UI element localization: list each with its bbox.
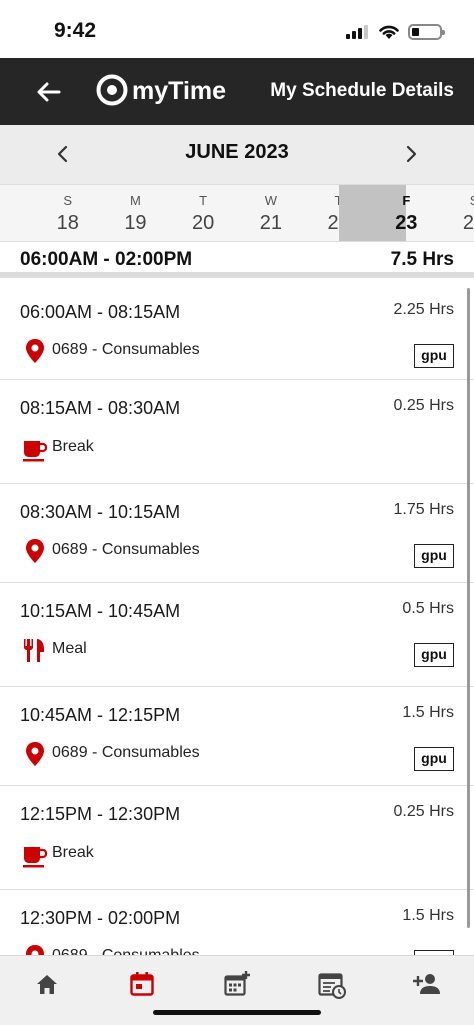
list-item[interactable]: 10:15AM - 10:45AM 0.5 Hrs Meal gpu (0, 583, 474, 687)
cellular-signal-icon (346, 25, 372, 39)
coffee-cup-icon (23, 441, 48, 462)
add-availability-icon (224, 971, 250, 996)
list-item[interactable]: 08:30AM - 10:15AM 1.75 Hrs 0689 - Consum… (0, 484, 474, 583)
segment-hours: 1.5 Hrs (402, 704, 454, 721)
add-person-icon (412, 974, 440, 994)
segment-tag-badge: gpu (414, 643, 454, 667)
segment-time: 08:15AM - 08:30AM (20, 398, 181, 418)
back-arrow-icon[interactable] (34, 77, 64, 107)
battery-icon (408, 24, 445, 40)
segment-label: 0689 - Consumables (52, 341, 200, 358)
segment-label: 0689 - Consumables (52, 947, 200, 955)
segment-time: 06:00AM - 08:15AM (20, 302, 181, 322)
list-item[interactable]: 08:15AM - 08:30AM 0.25 Hrs Break (0, 380, 474, 484)
segment-tag-badge: gpu (414, 747, 454, 771)
status-bar: 9:42 (0, 0, 474, 58)
location-pin-icon (26, 945, 44, 955)
list-item[interactable]: 12:30PM - 02:00PM 1.5 Hrs 0689 - Consuma… (0, 890, 474, 955)
wifi-icon (379, 25, 399, 39)
segment-hours: 0.5 Hrs (402, 600, 454, 617)
timecard-icon (318, 973, 346, 999)
shift-summary: 06:00AM - 02:00PM 7.5 Hrs (0, 242, 474, 278)
shift-time-range: 06:00AM - 02:00PM (20, 249, 193, 270)
shift-total-hours: 7.5 Hrs (390, 249, 454, 270)
segment-tag-badge: gpu (414, 344, 454, 368)
day-monday[interactable]: M 19 (68, 185, 146, 241)
schedule-calendar-icon (130, 972, 154, 996)
list-item[interactable]: 10:45AM - 12:15PM 1.5 Hrs 0689 - Consuma… (0, 687, 474, 786)
app-name: myTime (132, 77, 227, 105)
page-title: My Schedule Details (270, 80, 454, 101)
status-time: 9:42 (54, 19, 97, 42)
location-pin-icon (26, 339, 44, 363)
segment-time: 10:45AM - 12:15PM (20, 705, 181, 725)
day-sunday[interactable]: S 18 (0, 185, 79, 241)
list-item[interactable]: 06:00AM - 08:15AM 2.25 Hrs 0689 - Consum… (0, 284, 474, 380)
nav-add-person[interactable] (379, 956, 474, 1025)
week-strip: S 18 M 19 T 20 W 21 T 22 F 23 S 24 (0, 184, 474, 242)
segment-label: Break (52, 844, 94, 861)
target-logo-icon (96, 74, 128, 106)
day-wednesday[interactable]: W 21 (203, 185, 282, 241)
day-saturday[interactable]: S 24 (406, 185, 474, 241)
segment-hours: 2.25 Hrs (393, 301, 454, 318)
location-pin-icon (26, 742, 44, 766)
segment-time: 12:30PM - 02:00PM (20, 908, 181, 928)
day-number: 24 (462, 212, 474, 234)
segment-hours: 0.25 Hrs (393, 803, 454, 820)
home-indicator (153, 1010, 321, 1015)
segment-tag-badge: gpu (414, 544, 454, 568)
location-pin-icon (26, 539, 44, 563)
segment-time: 10:15AM - 10:45AM (20, 601, 181, 621)
list-item[interactable]: 12:15PM - 12:30PM 0.25 Hrs Break (0, 786, 474, 890)
segment-label: Break (52, 438, 94, 455)
day-thursday[interactable]: T 22 (271, 185, 349, 241)
segment-hours: 1.75 Hrs (393, 501, 454, 518)
segment-hours: 1.5 Hrs (402, 907, 454, 924)
segment-label: 0689 - Consumables (52, 744, 200, 761)
segment-label: 0689 - Consumables (52, 541, 200, 558)
segment-label: Meal (52, 640, 87, 657)
nav-home[interactable] (0, 956, 95, 1025)
day-friday-selected[interactable]: F 23 (338, 185, 417, 241)
segment-time: 08:30AM - 10:15AM (20, 502, 181, 522)
day-of-week: S (440, 193, 474, 208)
coffee-cup-icon (23, 847, 48, 868)
home-icon (37, 975, 58, 994)
fork-knife-icon (24, 639, 44, 662)
segment-hours: 0.25 Hrs (393, 397, 454, 414)
day-tuesday[interactable]: T 20 (135, 185, 214, 241)
chevron-right-icon[interactable] (400, 143, 422, 165)
scrollbar[interactable] (467, 288, 470, 928)
segment-time: 12:15PM - 12:30PM (20, 804, 181, 824)
app-header: myTime My Schedule Details (0, 58, 474, 125)
month-navigator: JUNE 2023 (0, 125, 474, 184)
shift-segment-list[interactable]: 06:00AM - 08:15AM 2.25 Hrs 0689 - Consum… (0, 284, 474, 955)
